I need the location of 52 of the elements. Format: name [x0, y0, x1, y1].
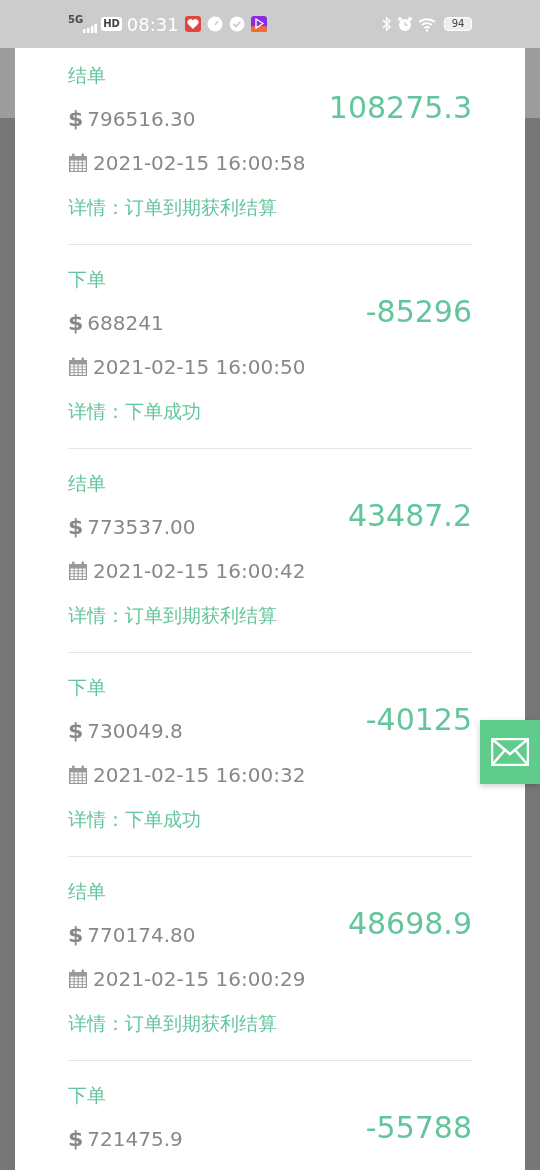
alarm-icon — [397, 16, 413, 32]
profit-value: 108275.3 — [328, 90, 472, 126]
calendar-icon — [68, 153, 88, 173]
play-app-icon — [250, 16, 267, 32]
date-text: 2021-02-15 16:00:32 — [93, 762, 306, 788]
amount-text: 796516.30 — [87, 106, 196, 132]
calendar-icon — [68, 765, 88, 785]
signal-icon — [83, 23, 98, 33]
dollar-sign: $ — [68, 922, 84, 948]
gauge-icon — [206, 16, 223, 32]
network-label: 5G — [68, 15, 84, 25]
detail-text: 详情：下单成功 — [68, 807, 202, 832]
profit-value: -40125 — [365, 702, 472, 738]
profit-value: 43487.2 — [347, 498, 472, 534]
amount-text: 688241 — [87, 310, 164, 336]
date-text: 2021-02-15 16:00:42 — [93, 558, 306, 584]
dollar-sign: $ — [68, 106, 84, 132]
profit-value: -85296 — [365, 294, 472, 330]
heart-app-icon — [184, 16, 201, 32]
record-type: 结单 — [68, 63, 107, 88]
battery-indicator: 94 — [444, 17, 472, 31]
amount-text: 770174.80 — [87, 922, 196, 948]
profit-value: 48698.9 — [347, 906, 472, 942]
record-type: 结单 — [68, 471, 107, 496]
mail-icon — [491, 738, 529, 766]
detail-text: 详情：订单到期获利结算 — [68, 195, 278, 220]
wifi-icon — [418, 16, 438, 32]
record-type: 结单 — [68, 879, 107, 904]
detail-text: 详情：订单到期获利结算 — [68, 1011, 278, 1036]
calendar-icon — [68, 561, 88, 581]
mail-button[interactable] — [480, 720, 540, 784]
hd-badge: HD — [101, 17, 122, 31]
date-text: 2021-02-15 16:00:58 — [93, 150, 306, 176]
record-type: 下单 — [68, 1083, 107, 1108]
dollar-sign: $ — [68, 514, 84, 540]
profit-value: -55788 — [365, 1110, 472, 1146]
date-text: 2021-02-15 16:00:29 — [93, 966, 306, 992]
amount-text: 773537.00 — [87, 514, 196, 540]
check-icon — [228, 16, 245, 32]
dollar-sign: $ — [68, 1126, 84, 1152]
detail-text: 详情：订单到期获利结算 — [68, 603, 278, 628]
amount-text: 730049.8 — [87, 718, 183, 744]
record-type: 下单 — [68, 675, 107, 700]
calendar-icon — [68, 357, 88, 377]
detail-text: 详情：下单成功 — [68, 399, 202, 424]
amount-text: 721475.9 — [87, 1126, 183, 1152]
record-type: 下单 — [68, 267, 107, 292]
dollar-sign: $ — [68, 718, 84, 744]
calendar-icon — [68, 969, 88, 989]
date-text: 2021-02-15 16:00:50 — [93, 354, 306, 380]
bluetooth-icon — [382, 16, 392, 32]
dollar-sign: $ — [68, 310, 84, 336]
